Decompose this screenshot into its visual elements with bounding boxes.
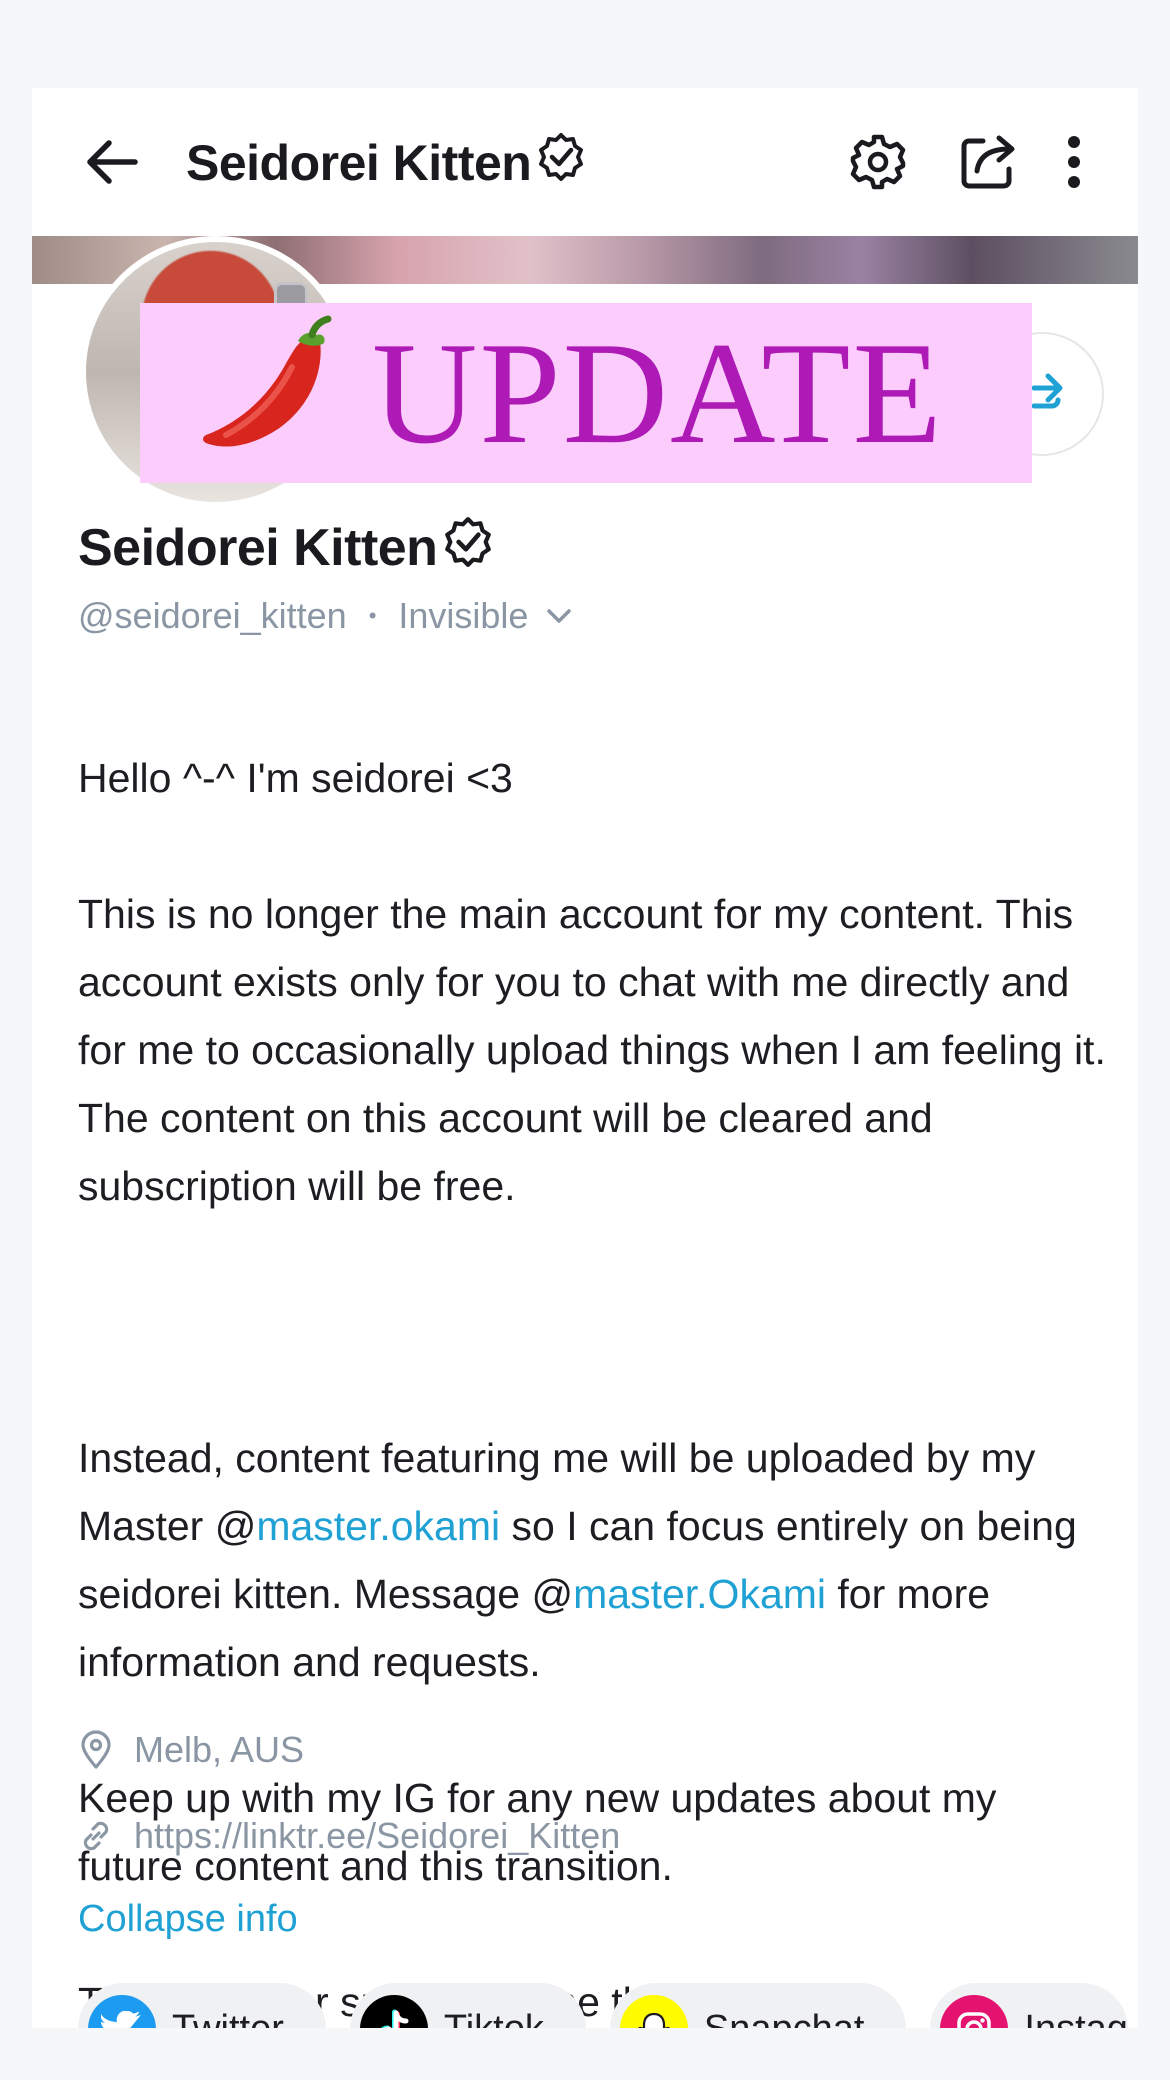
link-icon xyxy=(83,1821,109,1851)
location-pin-icon xyxy=(81,1730,111,1769)
mention-link[interactable]: master.Okami xyxy=(573,1571,826,1617)
back-button[interactable] xyxy=(80,130,144,194)
verified-badge-icon xyxy=(535,131,587,195)
social-label: Twitter xyxy=(172,2008,284,2029)
update-banner: UPDATE xyxy=(140,303,1032,483)
more-vertical-icon xyxy=(1068,136,1080,188)
collapse-info-link[interactable]: Collapse info xyxy=(78,1891,298,1947)
settings-button[interactable] xyxy=(842,126,914,198)
share-icon xyxy=(961,135,1015,189)
gear-icon xyxy=(850,134,906,190)
mention-link[interactable]: master.okami xyxy=(256,1503,500,1549)
social-chip-instagram[interactable]: Instag xyxy=(930,1983,1128,2028)
website-link[interactable]: https://linktr.ee/Seidorei_Kitten xyxy=(134,1815,620,1857)
more-options-button[interactable] xyxy=(1038,126,1110,198)
website-row[interactable]: https://linktr.ee/Seidorei_Kitten xyxy=(78,1808,620,1864)
bio-paragraph-1: This is no longer the main account for m… xyxy=(78,891,1106,1209)
header-title-text: Seidorei Kitten xyxy=(186,135,532,191)
twitter-icon xyxy=(88,1995,156,2028)
profile-handle: @seidorei_kitten xyxy=(78,595,347,636)
verified-badge-icon xyxy=(441,515,495,582)
profile-name-text: Seidorei Kitten xyxy=(78,519,438,577)
separator-dot: • xyxy=(368,603,377,628)
status-dropdown[interactable]: Invisible xyxy=(398,595,572,637)
bio-line-greeting: Hello ^-^ I'm seidorei <3 xyxy=(78,755,513,801)
profile-name: Seidorei Kitten xyxy=(78,513,495,583)
social-chip-twitter[interactable]: Twitter xyxy=(78,1983,326,2028)
social-label: Tiktok xyxy=(444,2008,544,2029)
handle-row: @seidorei_kitten • Invisible xyxy=(78,588,572,644)
tiktok-icon xyxy=(359,1995,428,2028)
chili-pepper-icon xyxy=(203,315,332,447)
social-chip-snapchat[interactable]: Snapchat xyxy=(609,1983,907,2029)
location-row: Melb, AUS xyxy=(78,1722,304,1778)
snapchat-icon xyxy=(619,1995,688,2028)
share-button[interactable] xyxy=(952,126,1024,198)
header-title: Seidorei Kitten xyxy=(186,128,587,198)
back-arrow-icon xyxy=(87,140,138,184)
instagram-icon xyxy=(940,1995,1009,2028)
bio-blank-line xyxy=(78,1288,1108,1356)
update-banner-text: UPDATE xyxy=(372,312,944,474)
chevron-down-icon xyxy=(547,609,572,623)
social-links: Twitter Tiktok Snapchat xyxy=(78,1983,1138,2028)
social-label: Snapchat xyxy=(704,2008,865,2029)
status-label: Invisible xyxy=(398,595,529,636)
share-arrow-icon xyxy=(1031,373,1063,409)
bio-paragraph-2: Instead, content featuring me will be up… xyxy=(78,1424,1108,1696)
social-chip-tiktok[interactable]: Tiktok xyxy=(349,1983,586,2029)
top-bar: Seidorei Kitten xyxy=(32,88,1138,236)
social-label: Instag xyxy=(1024,2008,1128,2029)
profile-card: Seidorei Kitten UPDATE Seidorei Kitten @… xyxy=(32,88,1138,2028)
location-text: Melb, AUS xyxy=(134,1729,305,1770)
